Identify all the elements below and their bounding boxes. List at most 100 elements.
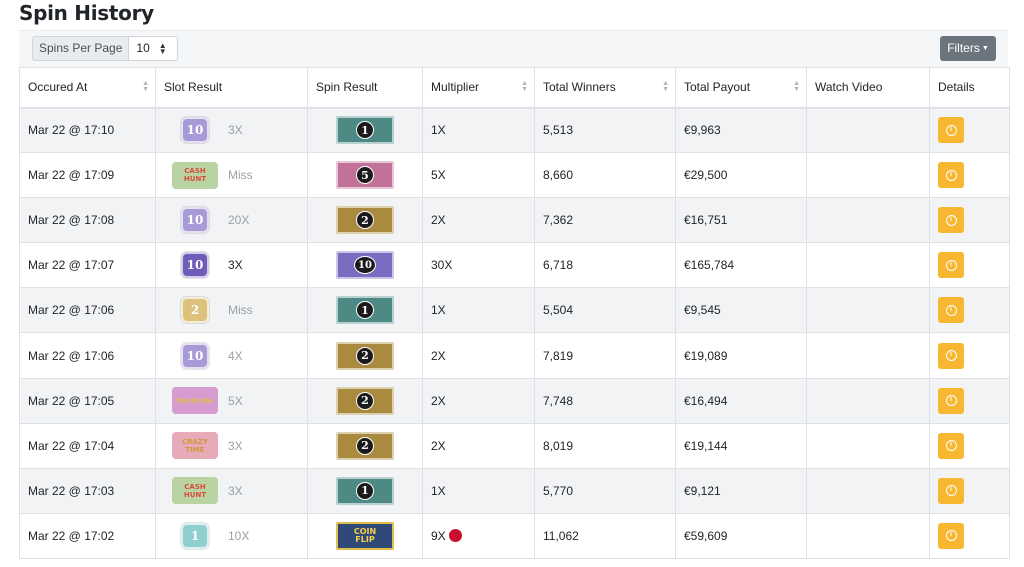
table-row: Mar 22 @ 17:06 10 4X 2 2X 7,819 €19,089 i [19, 332, 1010, 379]
spin-result: COIN FLIP [316, 521, 414, 550]
header-multiplier[interactable]: Multiplier ▲ ▼ [422, 67, 535, 109]
watch-video-cell [806, 422, 930, 469]
header-slot-result: Slot Result [155, 67, 308, 109]
info-icon: i [945, 124, 957, 136]
page-title: Spin History [19, 1, 154, 25]
multiplier: 2X [431, 439, 526, 453]
total-payout-cell: €29,500 [675, 152, 807, 199]
slot-segment-icon: 10 [172, 117, 218, 144]
details-button[interactable]: i [938, 297, 964, 324]
occurred-at-cell: Mar 22 @ 17:03 [19, 467, 156, 514]
total-winners-cell: 7,362 [534, 197, 676, 244]
details-button[interactable]: i [938, 432, 964, 459]
slot-number-badge: 1 [181, 522, 209, 549]
table-row: Mar 22 @ 17:02 1 10X COIN FLIP 9X 11,062 €59,6… [19, 512, 1010, 559]
slot-result: 10 4X [164, 342, 299, 369]
spins-per-page-select[interactable]: 10 ▲ ▼ [129, 37, 177, 60]
spin-number: 10 [354, 256, 376, 275]
slot-multiplier: Miss [228, 168, 253, 183]
total-winners-cell: 8,660 [534, 152, 676, 199]
sort-arrows-icon[interactable]: ▲ ▼ [793, 80, 800, 93]
info-icon: i [945, 530, 957, 542]
spin-result-tile: 2 [336, 386, 394, 415]
filters-button[interactable]: Filters ▼ [940, 36, 996, 61]
slot-bonus-badge: CASH HUNT [172, 477, 218, 505]
watch-video-cell [806, 287, 930, 334]
multiplier-cell: 2X [422, 377, 535, 424]
slot-segment-icon: 10 [172, 207, 218, 234]
spin-result-cell: COIN FLIP [307, 512, 423, 559]
occurred-at-cell: Mar 22 @ 17:10 [19, 106, 156, 154]
total-winners-cell: 5,513 [534, 106, 676, 154]
sort-arrows-icon[interactable]: ▲ ▼ [521, 80, 528, 93]
details-cell: i [929, 512, 1010, 559]
total-payout-cell: €16,751 [675, 197, 807, 244]
spin-number: 1 [356, 481, 374, 500]
multiplier-value: 1X [431, 303, 446, 318]
slot-number-badge: 2 [181, 297, 209, 324]
details-button[interactable]: i [938, 387, 964, 414]
table-body: Mar 22 @ 17:10 10 3X 1 1X 5,513 €9,963 i Mar 22 … [19, 106, 1010, 559]
watch-video-cell [806, 512, 930, 559]
slot-result-cell: CASH HUNT Miss [155, 152, 308, 199]
spin-result-cell: 1 [307, 106, 423, 154]
slot-multiplier: 10X [228, 528, 250, 543]
sort-arrows-icon[interactable]: ▲ ▼ [142, 80, 149, 93]
table-row: Mar 22 @ 17:05 Pachinko 5X 2 2X 7,748 €16,494 i [19, 377, 1010, 424]
details-button[interactable]: i [938, 252, 964, 279]
table-row: Mar 22 @ 17:10 10 3X 1 1X 5,513 €9,963 i [19, 106, 1010, 154]
spin-result-cell: 5 [307, 152, 423, 199]
info-icon: i [945, 485, 957, 497]
total-winners-cell: 5,504 [534, 287, 676, 334]
slot-bonus-badge: Pachinko [172, 387, 218, 415]
details-button[interactable]: i [938, 162, 964, 189]
details-button[interactable]: i [938, 522, 964, 549]
header-total-winners[interactable]: Total Winners ▲ ▼ [534, 67, 676, 109]
multiplier-cell: 1X [422, 467, 535, 514]
details-button[interactable]: i [938, 342, 964, 369]
select-arrows-icon: ▲ ▼ [158, 40, 167, 56]
spin-result: 2 [316, 386, 414, 415]
slot-multiplier: Miss [228, 303, 253, 318]
slot-result-cell: 10 20X [155, 197, 308, 244]
spin-result-tile: 2 [336, 206, 394, 235]
table-row: Mar 22 @ 17:08 10 20X 2 2X 7,362 €16,751 i [19, 197, 1010, 244]
total-payout-cell: €9,963 [675, 106, 807, 154]
slot-result-cell: CRAZY TIME 3X [155, 422, 308, 469]
spin-number: 5 [356, 166, 374, 185]
table-row: Mar 22 @ 17:09 CASH HUNT Miss 5 5X 8,660 €29,5… [19, 152, 1010, 199]
details-button[interactable]: i [938, 117, 964, 144]
spin-result: 2 [316, 431, 414, 460]
spin-result-tile: 1 [336, 476, 394, 505]
slot-multiplier: 5X [228, 393, 243, 408]
total-payout-cell: €16,494 [675, 377, 807, 424]
multiplier: 2X [431, 213, 526, 227]
header-details: Details [929, 67, 1010, 109]
spin-result-cell: 2 [307, 197, 423, 244]
total-winners-cell: 5,770 [534, 467, 676, 514]
slot-bonus-badge: CRAZY TIME [172, 432, 218, 460]
slot-segment-icon: 2 [172, 297, 218, 324]
multiplier-value: 9X [431, 528, 446, 543]
multiplier-cell: 1X [422, 287, 535, 334]
header-occurred-at[interactable]: Occured At ▲ ▼ [19, 67, 156, 109]
header-total-payout[interactable]: Total Payout ▲ ▼ [675, 67, 807, 109]
header-spin-result: Spin Result [307, 67, 423, 109]
spin-result: 2 [316, 341, 414, 370]
slot-segment-icon: Pachinko [172, 387, 218, 415]
total-payout-cell: €9,121 [675, 467, 807, 514]
details-button[interactable]: i [938, 477, 964, 504]
info-icon: i [945, 169, 957, 181]
slot-number-badge: 10 [181, 252, 209, 279]
slot-result-cell: 10 3X [155, 242, 308, 289]
sort-arrows-icon[interactable]: ▲ ▼ [662, 80, 669, 93]
header-label: Details [938, 80, 975, 95]
slot-result-cell: Pachinko 5X [155, 377, 308, 424]
slot-number-badge: 10 [181, 117, 209, 144]
spin-result-tile: 2 [336, 341, 394, 370]
spins-per-page-value: 10 [136, 41, 150, 55]
slot-segment-icon: CRAZY TIME [172, 432, 218, 460]
spin-result-cell: 10 [307, 242, 423, 289]
slot-number-badge: 10 [181, 207, 209, 234]
details-button[interactable]: i [938, 207, 964, 234]
